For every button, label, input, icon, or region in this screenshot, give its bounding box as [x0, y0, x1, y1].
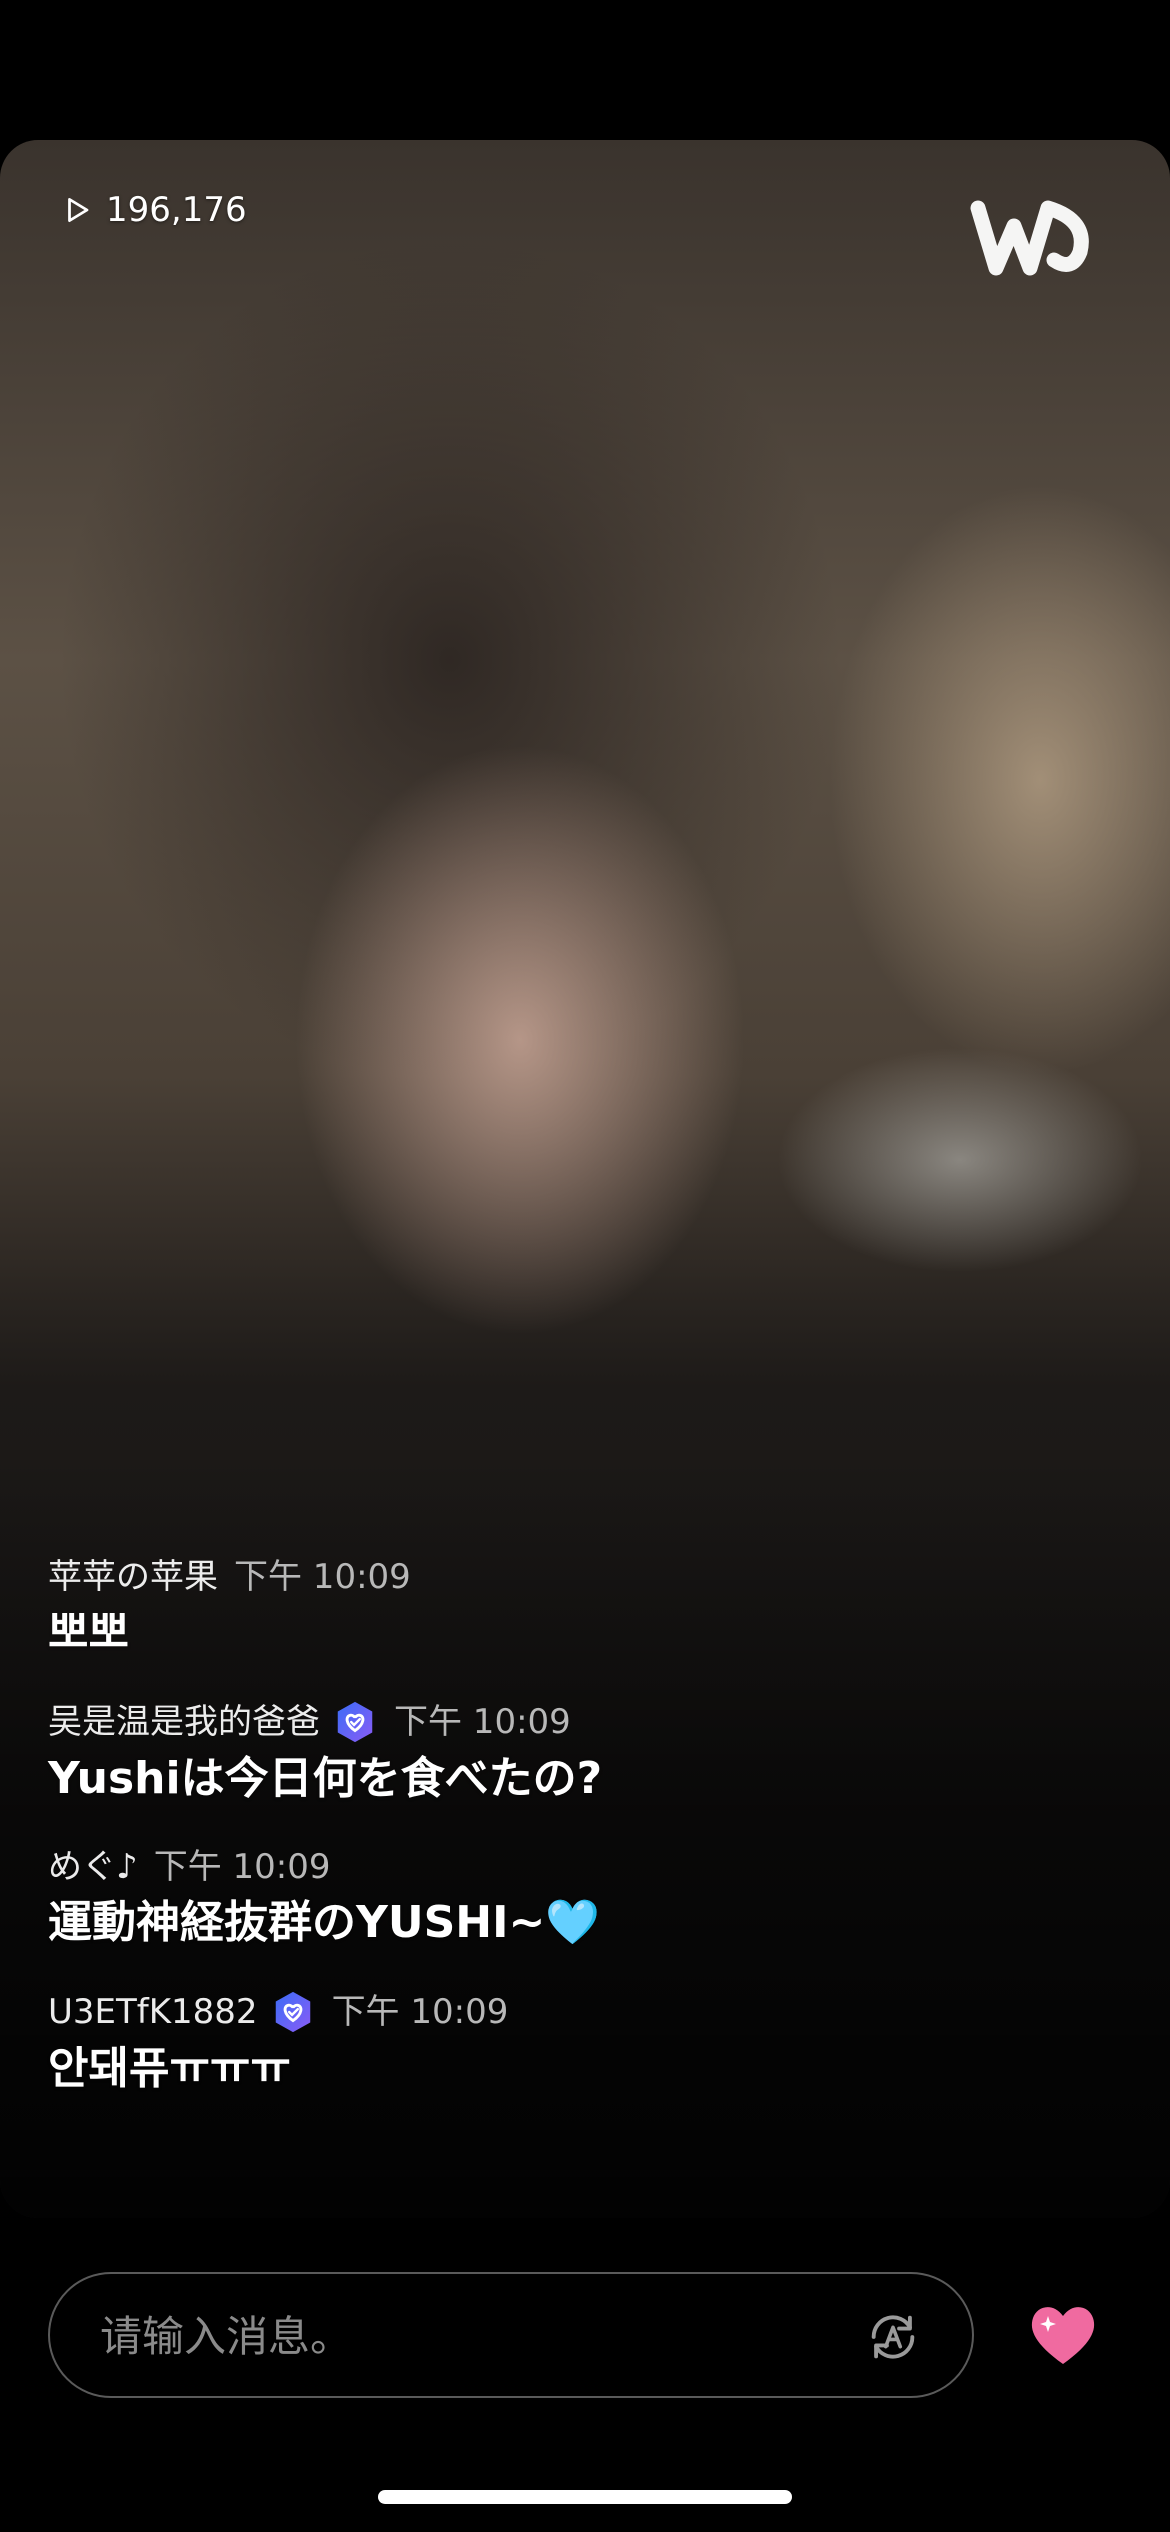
- message-input[interactable]: [98, 2302, 842, 2370]
- chat-username[interactable]: 吴是温是我的爸爸: [48, 1700, 320, 1744]
- chat-timestamp: 下午 10:09: [234, 1557, 411, 1597]
- verified-badge-icon: [275, 1991, 310, 2033]
- chat-text: 運動神経抜群のYUSHI~🩵: [48, 1897, 601, 1948]
- weverse-logo: [970, 200, 1089, 276]
- chat-message: 吴是温是我的爸爸 下午 10:09 Yushiは今日何を食べたの?: [48, 1699, 1108, 1809]
- view-counter: 196,176: [62, 190, 247, 230]
- message-input-container[interactable]: [48, 2272, 974, 2398]
- chat-username[interactable]: めぐ♪: [48, 1845, 138, 1889]
- chat-text: 안돼퓨ㅠㅠㅠ: [48, 2043, 291, 2094]
- chat-list: 苹苹の苹果 下午 10:09 뽀뽀 吴是温是我的爸爸 下午 10:09 Yush…: [48, 1555, 1108, 2135]
- chat-username[interactable]: 苹苹の苹果: [48, 1555, 218, 1599]
- chat-timestamp: 下午 10:09: [153, 1847, 331, 1887]
- chat-timestamp: 下午 10:09: [331, 1992, 509, 2032]
- chat-text: Yushiは今日何を食べたの?: [48, 1753, 603, 1804]
- chat-message: 苹苹の苹果 下午 10:09 뽀뽀: [48, 1555, 1108, 1663]
- chat-timestamp: 下午 10:09: [394, 1702, 571, 1742]
- heart-icon[interactable]: [1023, 2294, 1103, 2374]
- view-count: 196,176: [106, 190, 247, 230]
- home-indicator[interactable]: [378, 2490, 792, 2504]
- chat-message: U3ETfK1882 下午 10:09 안돼퓨ㅠㅠㅠ: [48, 1989, 1108, 2099]
- chat-username[interactable]: U3ETfK1882: [48, 1990, 258, 2034]
- translate-icon[interactable]: [864, 2308, 922, 2366]
- play-icon: [68, 198, 89, 222]
- verified-badge-icon: [337, 1701, 373, 1743]
- chat-input-bar: [48, 2272, 1124, 2404]
- chat-text: 뽀뽀: [48, 1607, 129, 1658]
- chat-message: めぐ♪ 下午 10:09 運動神経抜群のYUSHI~🩵: [48, 1845, 1108, 1953]
